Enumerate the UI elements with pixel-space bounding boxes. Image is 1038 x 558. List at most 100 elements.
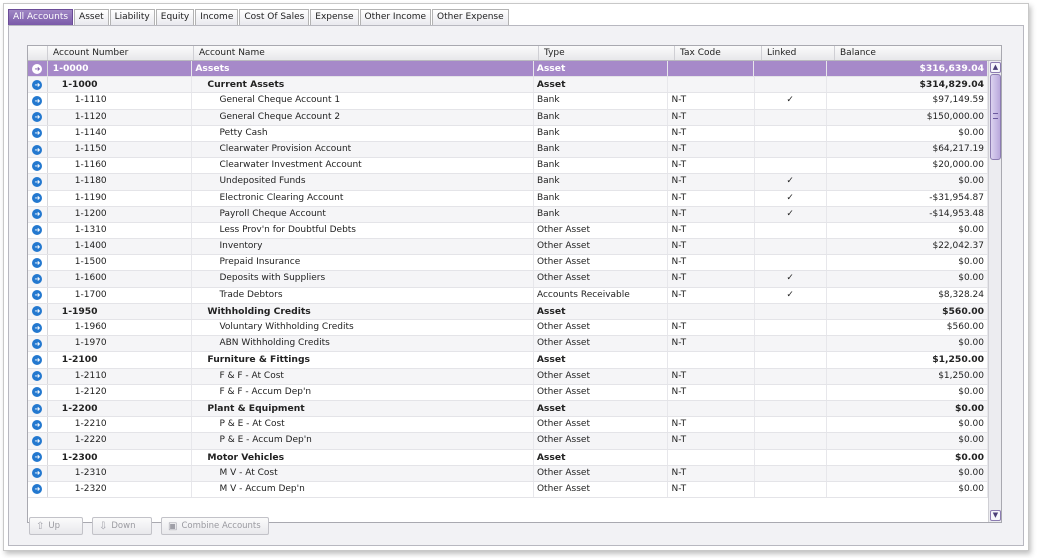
table-row[interactable]: ➜ 1-1960 Voluntary Withholding Credits Othe… bbox=[28, 320, 988, 337]
scroll-up-icon[interactable]: ▲ bbox=[990, 62, 1001, 73]
down-button[interactable]: ⇩ Down bbox=[92, 517, 152, 535]
table-row[interactable]: ➜ 1-1970 ABN Withholding Credits Other Asse… bbox=[28, 336, 988, 353]
arrow-right-circle-icon[interactable]: ➜ bbox=[32, 95, 43, 106]
arrow-right-circle-icon[interactable]: ➜ bbox=[32, 338, 43, 349]
account-number: 1-2120 bbox=[48, 384, 193, 400]
column-header-linked[interactable]: Linked bbox=[762, 46, 835, 60]
account-number: 1-2100 bbox=[48, 352, 193, 368]
table-row[interactable]: ➜ 1-2320 M V - Accum Dep'n Other Asset N-T $0… bbox=[28, 481, 988, 499]
table-row[interactable]: ➜ 1-1140 Petty Cash Bank N-T $0.00 bbox=[28, 125, 988, 142]
table-row[interactable]: ➜ 1-2120 F & F - Accum Dep'n Other Asset N-T… bbox=[28, 384, 988, 401]
table-row[interactable]: ➜ 1-2200 Plant & Equipment Asset $0.00 bbox=[28, 400, 988, 418]
linked-check bbox=[755, 384, 827, 400]
account-type: Other Asset bbox=[534, 465, 669, 481]
table-row[interactable]: ➜ 1-2300 Motor Vehicles Asset $0.00 bbox=[28, 449, 988, 466]
arrow-right-circle-icon[interactable]: ➜ bbox=[32, 435, 43, 446]
column-header-balance[interactable]: Balance bbox=[835, 46, 1001, 60]
tab-other-expense[interactable]: Other Expense bbox=[432, 9, 509, 25]
tab-other-income[interactable]: Other Income bbox=[359, 9, 432, 25]
vertical-scrollbar[interactable]: ▲ ▼ bbox=[988, 61, 1001, 522]
arrow-right-circle-icon[interactable]: ➜ bbox=[32, 484, 43, 495]
account-number: 1-1000 bbox=[48, 77, 193, 93]
account-type: Bank bbox=[534, 190, 669, 206]
table-row[interactable]: ➜ 1-1600 Deposits with Suppliers Other Asse… bbox=[28, 271, 988, 288]
table-row[interactable]: ➜ 1-1160 Clearwater Investment Account Bank… bbox=[28, 158, 988, 175]
scrollbar-thumb[interactable] bbox=[990, 74, 1001, 160]
arrow-right-circle-icon[interactable]: ➜ bbox=[32, 322, 43, 333]
balance: $0.00 bbox=[827, 465, 988, 481]
tax-code: N-T bbox=[668, 141, 755, 158]
tax-code: N-T bbox=[668, 109, 755, 125]
column-header-account-number[interactable]: Account Number bbox=[48, 46, 194, 60]
row-icon-cell: ➜ bbox=[28, 93, 48, 109]
account-name: ABN Withholding Credits bbox=[192, 336, 534, 352]
up-button[interactable]: ⇧ Up bbox=[29, 517, 83, 535]
scroll-down-icon[interactable]: ▼ bbox=[990, 510, 1001, 521]
arrow-right-circle-icon[interactable]: ➜ bbox=[32, 176, 43, 187]
table-row[interactable]: ➜ 1-1190 Electronic Clearing Account Bank N-… bbox=[28, 190, 988, 207]
arrow-up-icon: ⇧ bbox=[36, 520, 45, 532]
column-header-tax-code[interactable]: Tax Code bbox=[675, 46, 762, 60]
arrow-right-circle-icon[interactable]: ➜ bbox=[32, 452, 43, 463]
account-name: Withholding Credits bbox=[192, 303, 534, 319]
arrow-right-circle-icon[interactable]: ➜ bbox=[32, 112, 43, 123]
row-icon-cell: ➜ bbox=[28, 271, 48, 287]
balance: $64,217.19 bbox=[827, 141, 988, 158]
arrow-right-circle-icon[interactable]: ➜ bbox=[32, 257, 43, 268]
balance: $0.00 bbox=[827, 481, 988, 498]
table-row[interactable]: ➜ 1-2110 F & F - At Cost Other Asset N-T $1,2… bbox=[28, 368, 988, 385]
table-row[interactable]: ➜ 1-2310 M V - At Cost Other Asset N-T $0.00 bbox=[28, 465, 988, 482]
table-row[interactable]: ➜ 1-1700 Trade Debtors Accounts Receivable N… bbox=[28, 287, 988, 304]
table-row[interactable]: ➜ 1-1950 Withholding Credits Asset $560.00 bbox=[28, 303, 988, 320]
table-row[interactable]: ➜ 1-1110 General Cheque Account 1 Bank N-T ✓ $… bbox=[28, 93, 988, 110]
table-row[interactable]: ➜ 1-1310 Less Prov'n for Doubtful Debts Oth… bbox=[28, 222, 988, 240]
tax-code: N-T bbox=[668, 417, 755, 433]
arrow-right-circle-icon[interactable]: ➜ bbox=[32, 128, 43, 139]
table-row[interactable]: ➜ 1-2210 P & E - At Cost Other Asset N-T $0.0… bbox=[28, 417, 988, 434]
table-row[interactable]: ➜ 1-1120 General Cheque Account 2 Bank N-T $1… bbox=[28, 109, 988, 126]
tax-code bbox=[668, 303, 755, 319]
arrow-right-circle-icon[interactable]: ➜ bbox=[32, 209, 43, 220]
account-number: 1-2220 bbox=[48, 433, 193, 449]
combine-accounts-button[interactable]: ▣ Combine Accounts bbox=[161, 517, 269, 535]
table-row[interactable]: ➜ 1-0000 Assets Asset $316,639.04 bbox=[28, 61, 988, 78]
table-row[interactable]: ➜ 1-1180 Undeposited Funds Bank N-T ✓ $0.00 bbox=[28, 174, 988, 191]
arrow-right-circle-icon[interactable]: ➜ bbox=[32, 387, 43, 398]
arrow-right-circle-icon[interactable]: ➜ bbox=[32, 354, 43, 365]
table-row[interactable]: ➜ 1-2220 P & E - Accum Dep'n Other Asset N-T… bbox=[28, 433, 988, 450]
arrow-right-circle-icon[interactable]: ➜ bbox=[32, 371, 43, 382]
arrow-right-circle-icon[interactable]: ➜ bbox=[32, 274, 43, 285]
column-header-type[interactable]: Type bbox=[539, 46, 675, 60]
table-row[interactable]: ➜ 1-1000 Current Assets Asset $314,829.04 bbox=[28, 77, 988, 94]
table-row[interactable]: ➜ 1-2100 Furniture & Fittings Asset $1,250.0… bbox=[28, 352, 988, 369]
arrow-right-circle-icon[interactable]: ➜ bbox=[32, 241, 43, 252]
tab-cost-of-sales[interactable]: Cost Of Sales bbox=[239, 9, 310, 25]
tab-asset[interactable]: Asset bbox=[74, 9, 109, 25]
tab-expense[interactable]: Expense bbox=[310, 9, 359, 25]
arrow-right-circle-icon[interactable]: ➜ bbox=[32, 193, 43, 204]
tab-liability[interactable]: Liability bbox=[109, 9, 155, 25]
table-row[interactable]: ➜ 1-1400 Inventory Other Asset N-T $22,042.37 bbox=[28, 239, 988, 256]
arrow-right-circle-icon[interactable]: ➜ bbox=[32, 306, 43, 317]
tax-code: N-T bbox=[668, 271, 755, 287]
column-header-account-name[interactable]: Account Name bbox=[194, 46, 539, 60]
row-icon-cell: ➜ bbox=[28, 206, 48, 222]
arrow-right-circle-icon[interactable]: ➜ bbox=[32, 419, 43, 430]
table-row[interactable]: ➜ 1-1500 Prepaid Insurance Other Asset N-T $0… bbox=[28, 255, 988, 272]
arrow-right-circle-icon[interactable]: ➜ bbox=[32, 63, 43, 74]
accounts-panel: Account Number Account Name Type Tax Cod… bbox=[8, 25, 1024, 546]
arrow-right-circle-icon[interactable]: ➜ bbox=[32, 403, 43, 414]
tab-equity[interactable]: Equity bbox=[155, 9, 195, 25]
table-row[interactable]: ➜ 1-1200 Payroll Cheque Account Bank N-T ✓ -$1… bbox=[28, 206, 988, 223]
tab-income[interactable]: Income bbox=[195, 9, 239, 25]
arrow-right-circle-icon[interactable]: ➜ bbox=[32, 160, 43, 171]
arrow-right-circle-icon[interactable]: ➜ bbox=[32, 144, 43, 155]
account-type: Asset bbox=[534, 77, 669, 93]
arrow-right-circle-icon[interactable]: ➜ bbox=[32, 290, 43, 301]
tab-all-accounts[interactable]: All Accounts bbox=[8, 9, 74, 25]
arrow-right-circle-icon[interactable]: ➜ bbox=[32, 225, 43, 236]
arrow-right-circle-icon[interactable]: ➜ bbox=[32, 468, 43, 479]
account-name: Trade Debtors bbox=[192, 287, 534, 303]
arrow-right-circle-icon[interactable]: ➜ bbox=[32, 79, 43, 90]
table-row[interactable]: ➜ 1-1150 Clearwater Provision Account Bank N… bbox=[28, 141, 988, 159]
